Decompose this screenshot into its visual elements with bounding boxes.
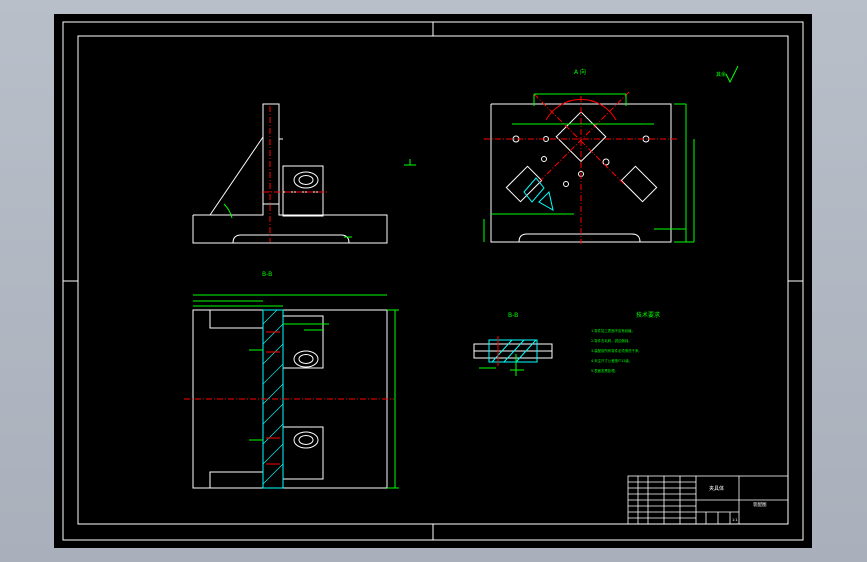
- tech-item-3: 3.装配前所有零件必须清洗干净。: [591, 348, 642, 353]
- small-section-label: B-B: [508, 312, 518, 319]
- view-a-label: A 向: [574, 68, 586, 76]
- drawing-name: 夹具体: [709, 485, 724, 492]
- section-b-label: B-B: [262, 271, 272, 278]
- a-direction-view: A 向 其余: [483, 65, 739, 244]
- tech-requirements-title: 技术要求: [636, 311, 660, 319]
- drawing-canvas: A 向 其余 B-B B-B 技术要求 1.零件加工表面不应有划痕。 2.零件去…: [62, 21, 804, 541]
- drawing-company: 装配图: [753, 501, 767, 508]
- drawing-frame: [62, 21, 804, 541]
- drawing-sheet: A 向 其余 B-B B-B 技术要求 1.零件加工表面不应有划痕。 2.零件去…: [54, 14, 812, 548]
- section-view-b: B-B: [184, 271, 399, 489]
- roughness-symbol-icon: 其余: [716, 65, 739, 84]
- drawing-scale: 1:1: [732, 518, 738, 522]
- roughness-label: 其余: [716, 71, 726, 78]
- small-section-view: B-B: [473, 312, 553, 376]
- front-view: [192, 103, 416, 244]
- tech-item-5: 5.表面发黑处理。: [591, 368, 618, 373]
- technical-requirements: 技术要求 1.零件加工表面不应有划痕。 2.零件去毛刺，锐边倒钝。 3.装配前所…: [591, 311, 660, 373]
- cad-viewport[interactable]: A 向 其余 B-B B-B 技术要求 1.零件加工表面不应有划痕。 2.零件去…: [0, 0, 867, 562]
- tech-item-2: 2.零件去毛刺，锐边倒钝。: [591, 338, 632, 343]
- tech-item-1: 1.零件加工表面不应有划痕。: [591, 328, 635, 333]
- title-block: 夹具体 装配图 1:1: [627, 475, 789, 525]
- tech-item-4: 4.未注尺寸公差按IT12级。: [591, 358, 632, 363]
